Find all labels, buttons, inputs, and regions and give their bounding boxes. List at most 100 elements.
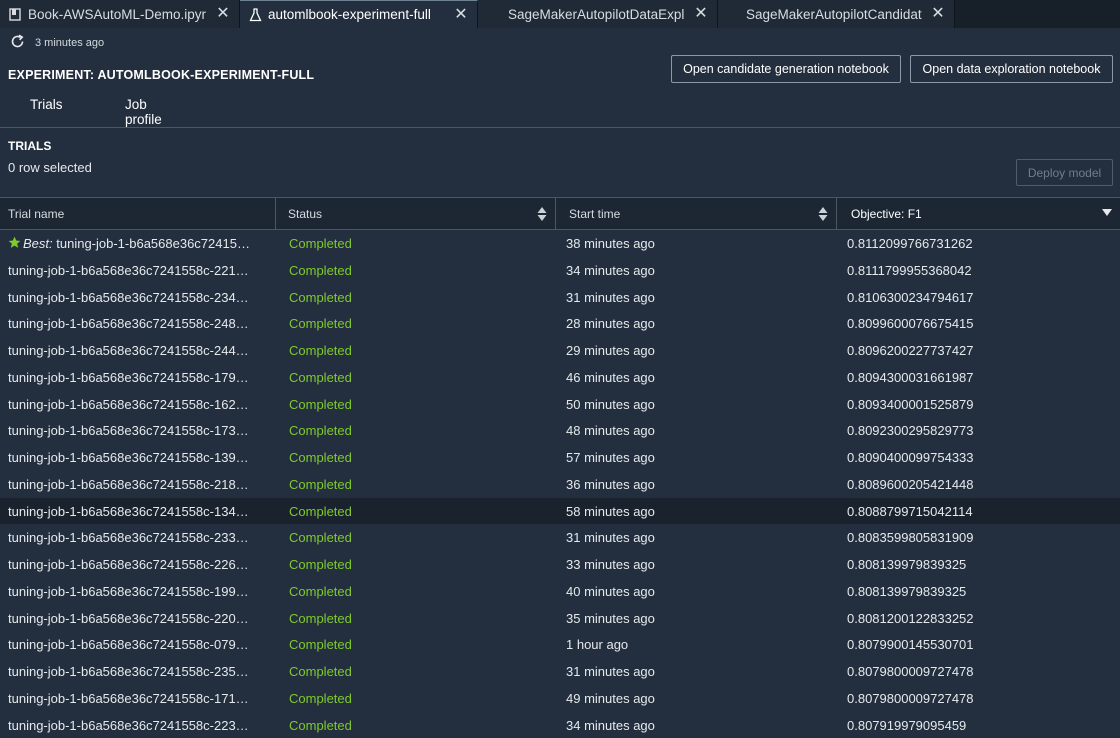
trial-name-cell[interactable]: tuning-job-1-b6a568e36c7241558c-173… xyxy=(8,423,273,438)
tab-label: SageMakerAutopilotCandidat xyxy=(746,7,922,22)
trial-name: tuning-job-1-b6a568e36c7241558c-221… xyxy=(8,263,249,278)
tab-label: Book-AWSAutoML-Demo.ipyr xyxy=(28,7,207,22)
close-icon[interactable]: ✕ xyxy=(453,7,469,23)
start-time-cell: 34 minutes ago xyxy=(566,718,655,733)
close-icon[interactable]: ✕ xyxy=(930,6,946,22)
open-candidate-notebook-button[interactable]: Open candidate generation notebook xyxy=(671,55,901,83)
tab-label: SageMakerAutopilotDataExpl xyxy=(508,7,685,22)
trial-name-cell[interactable]: tuning-job-1-b6a568e36c7241558c-223… xyxy=(8,718,273,733)
tab-notebook[interactable]: Book-AWSAutoML-Demo.ipyr ✕ xyxy=(0,0,240,28)
objective-cell: 0.8090400099754333 xyxy=(847,450,974,465)
trial-name-cell[interactable]: tuning-job-1-b6a568e36c7241558c-139… xyxy=(8,450,273,465)
table-row[interactable]: tuning-job-1-b6a568e36c7241558c-171… Comp… xyxy=(0,685,1120,712)
table-body: Best: tuning-job-1-b6a568e36c72415… Compl… xyxy=(0,230,1120,738)
objective-cell: 0.8089600205421448 xyxy=(847,477,974,492)
trial-name-cell[interactable]: tuning-job-1-b6a568e36c7241558c-244… xyxy=(8,343,273,358)
trial-name-cell[interactable]: tuning-job-1-b6a568e36c7241558c-179… xyxy=(8,370,273,385)
table-row[interactable]: tuning-job-1-b6a568e36c7241558c-179…Comp… xyxy=(0,364,1120,391)
trial-name-cell[interactable]: tuning-job-1-b6a568e36c7241558c-220… xyxy=(8,611,273,626)
tab-data-exploration[interactable]: SageMakerAutopilotDataExpl ✕ xyxy=(478,0,718,28)
selection-count: 0 row selected xyxy=(8,160,92,175)
trial-name-cell[interactable]: Best: tuning-job-1-b6a568e36c72415… xyxy=(8,236,273,251)
last-refreshed-text: 3 minutes ago xyxy=(35,37,104,49)
table-row[interactable]: tuning-job-1-b6a568e36c7241558c-173… Comp… xyxy=(0,417,1120,444)
open-data-exploration-notebook-button[interactable]: Open data exploration notebook xyxy=(910,55,1113,83)
trial-name-cell[interactable]: tuning-job-1-b6a568e36c7241558c-079… xyxy=(8,637,273,652)
table-row[interactable]: tuning-job-1-b6a568e36c7241558c-235…Comp… xyxy=(0,658,1120,685)
start-time-cell: 28 minutes ago xyxy=(566,316,655,331)
status-cell: Completed xyxy=(289,343,352,358)
tab-job-profile[interactable]: Job profile xyxy=(125,97,162,113)
sort-descending-icon[interactable] xyxy=(1102,209,1112,216)
column-header-trial-name[interactable]: Trial name xyxy=(0,198,276,229)
trial-name: tuning-job-1-b6a568e36c7241558c-220… xyxy=(8,611,249,626)
table-row[interactable]: tuning-job-1-b6a568e36c7241558c-233… Comp… xyxy=(0,524,1120,551)
status-cell: Completed xyxy=(289,290,352,305)
table-row[interactable]: tuning-job-1-b6a568e36c7241558c-223…Comp… xyxy=(0,712,1120,738)
table-row[interactable]: tuning-job-1-b6a568e36c7241558c-221…Comp… xyxy=(0,257,1120,284)
table-row[interactable]: tuning-job-1-b6a568e36c7241558c-220…Comp… xyxy=(0,605,1120,632)
table-row[interactable]: tuning-job-1-b6a568e36c7241558c-218…Comp… xyxy=(0,471,1120,498)
trial-name-cell[interactable]: tuning-job-1-b6a568e36c7241558c-171… xyxy=(8,691,273,706)
close-icon[interactable]: ✕ xyxy=(693,6,709,22)
status-cell: Completed xyxy=(289,423,352,438)
trial-name: tuning-job-1-b6a568e36c7241558c-079… xyxy=(8,637,249,652)
objective-cell: 0.808139979839325 xyxy=(847,557,966,572)
table-row[interactable]: tuning-job-1-b6a568e36c7241558c-162…Comp… xyxy=(0,391,1120,418)
trial-name-cell[interactable]: tuning-job-1-b6a568e36c7241558c-226… xyxy=(8,557,273,572)
tab-bar: Book-AWSAutoML-Demo.ipyr ✕ automlbook-ex… xyxy=(0,0,1120,28)
column-label: Trial name xyxy=(8,207,64,221)
trial-name: tuning-job-1-b6a568e36c7241558c-162… xyxy=(8,397,249,412)
table-row[interactable]: tuning-job-1-b6a568e36c7241558c-244… Comp… xyxy=(0,337,1120,364)
column-header-objective[interactable]: Objective: F1 xyxy=(837,198,1120,229)
start-time-cell: 50 minutes ago xyxy=(566,397,655,412)
deploy-model-button[interactable]: Deploy model xyxy=(1016,159,1113,186)
objective-cell: 0.8088799715042114 xyxy=(847,504,973,519)
refresh-bar: 3 minutes ago xyxy=(10,34,104,52)
objective-cell: 0.8094300031661987 xyxy=(847,370,974,385)
table-row[interactable]: Best: tuning-job-1-b6a568e36c72415…Compl… xyxy=(0,230,1120,257)
refresh-icon[interactable] xyxy=(10,34,25,52)
status-cell: Completed xyxy=(289,584,352,599)
status-cell: Completed xyxy=(289,691,352,706)
table-row[interactable]: tuning-job-1-b6a568e36c7241558c-234… Comp… xyxy=(0,284,1120,311)
trial-name-cell[interactable]: tuning-job-1-b6a568e36c7241558c-134… xyxy=(8,504,273,519)
start-time-cell: 31 minutes ago xyxy=(566,664,655,679)
page-title: EXPERIMENT: AUTOMLBOOK-EXPERIMENT-FULL xyxy=(8,68,314,82)
status-cell: Completed xyxy=(289,530,352,545)
tab-candidate[interactable]: SageMakerAutopilotCandidat ✕ xyxy=(718,0,955,28)
tab-experiment[interactable]: automlbook-experiment-full ✕ xyxy=(240,0,478,28)
close-icon[interactable]: ✕ xyxy=(215,6,231,22)
sort-icon[interactable] xyxy=(818,206,828,222)
trial-name-cell[interactable]: tuning-job-1-b6a568e36c7241558c-199… xyxy=(8,584,273,599)
trial-name-cell[interactable]: tuning-job-1-b6a568e36c7241558c-218… xyxy=(8,477,273,492)
table-row[interactable]: tuning-job-1-b6a568e36c7241558c-134…Comp… xyxy=(0,498,1120,525)
objective-cell: 0.8079900145530701 xyxy=(847,637,974,652)
trial-name-cell[interactable]: tuning-job-1-b6a568e36c7241558c-234… xyxy=(8,290,273,305)
start-time-cell: 49 minutes ago xyxy=(566,691,655,706)
trial-name: tuning-job-1-b6a568e36c7241558c-223… xyxy=(8,718,249,733)
trial-name-cell[interactable]: tuning-job-1-b6a568e36c7241558c-221… xyxy=(8,263,273,278)
start-time-cell: 48 minutes ago xyxy=(566,423,655,438)
trial-name-cell[interactable]: tuning-job-1-b6a568e36c7241558c-233… xyxy=(8,530,273,545)
start-time-cell: 31 minutes ago xyxy=(566,530,655,545)
start-time-cell: 31 minutes ago xyxy=(566,290,655,305)
table-row[interactable]: tuning-job-1-b6a568e36c7241558c-248…Comp… xyxy=(0,310,1120,337)
table-row[interactable]: tuning-job-1-b6a568e36c7241558c-226…Comp… xyxy=(0,551,1120,578)
trial-name-cell[interactable]: tuning-job-1-b6a568e36c7241558c-235… xyxy=(8,664,273,679)
trial-name: tuning-job-1-b6a568e36c7241558c-235… xyxy=(8,664,249,679)
trial-name: tuning-job-1-b6a568e36c7241558c-173… xyxy=(8,423,249,438)
objective-cell: 0.8079800009727478 xyxy=(847,691,974,706)
objective-cell: 0.8093400001525879 xyxy=(847,397,974,412)
column-header-start-time[interactable]: Start time xyxy=(556,198,837,229)
trial-name-cell[interactable]: tuning-job-1-b6a568e36c7241558c-248… xyxy=(8,316,273,331)
column-header-status[interactable]: Status xyxy=(276,198,556,229)
table-row[interactable]: tuning-job-1-b6a568e36c7241558c-199… Comp… xyxy=(0,578,1120,605)
sort-icon[interactable] xyxy=(537,206,547,222)
tab-trials[interactable]: Trials xyxy=(30,97,63,113)
flask-icon xyxy=(248,8,262,22)
column-label: Status xyxy=(288,207,322,221)
table-row[interactable]: tuning-job-1-b6a568e36c7241558c-139…Comp… xyxy=(0,444,1120,471)
trial-name-cell[interactable]: tuning-job-1-b6a568e36c7241558c-162… xyxy=(8,397,273,412)
table-row[interactable]: tuning-job-1-b6a568e36c7241558c-079…Comp… xyxy=(0,631,1120,658)
